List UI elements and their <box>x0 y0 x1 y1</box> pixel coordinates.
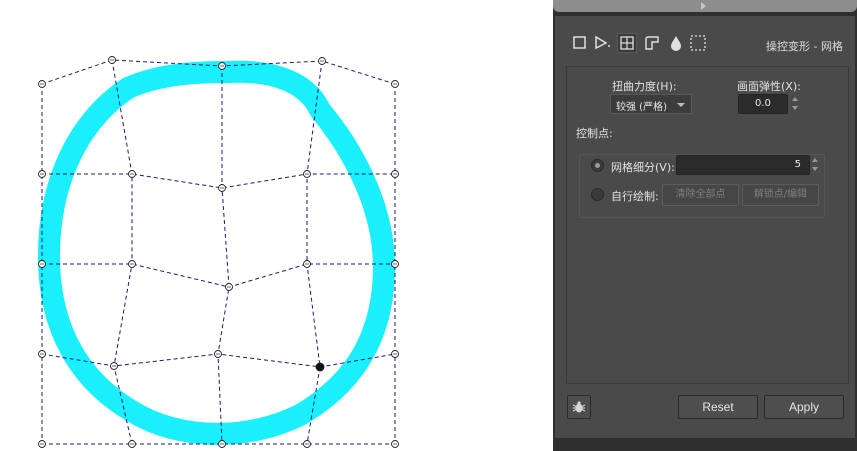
panel-collapse-bar[interactable] <box>553 0 857 12</box>
panel-body: 操控变形 - 网格 扭曲力度(H): 较强 (严格) 画面弹性(X): 0.0 … <box>555 16 855 438</box>
selection-tool-icon[interactable] <box>689 34 707 52</box>
canvas-elasticity-label: 画面弹性(X): <box>737 80 801 93</box>
canvas-elasticity-value: 0.0 <box>755 98 771 109</box>
bug-icon <box>572 401 586 413</box>
transform-panel: 操控变形 - 网格 扭曲力度(H): 较强 (严格) 画面弹性(X): 0.0 … <box>553 0 857 451</box>
reset-button[interactable]: Reset <box>678 395 758 419</box>
panel-title: 操控变形 - 网格 <box>766 40 843 53</box>
control-points-label: 控制点: <box>576 127 613 140</box>
mesh-subdivision-radio[interactable] <box>591 159 604 172</box>
stepper-down-icon[interactable] <box>792 106 798 110</box>
canvas-elasticity-input[interactable]: 0.0 <box>738 94 788 114</box>
mesh-control-point[interactable] <box>128 440 136 448</box>
mesh-row-line <box>42 263 395 288</box>
apply-button[interactable]: Apply <box>764 395 844 419</box>
mesh-control-point[interactable] <box>303 260 311 268</box>
mesh-control-point[interactable] <box>391 260 399 268</box>
mesh-control-point[interactable] <box>218 184 226 192</box>
collapse-arrow-icon <box>701 2 706 10</box>
mesh-control-point[interactable] <box>391 170 399 178</box>
mesh-control-point[interactable] <box>110 362 118 370</box>
stepper-down-icon[interactable] <box>812 167 818 171</box>
mesh-control-point[interactable] <box>391 80 399 88</box>
custom-draw-radio[interactable] <box>591 188 604 201</box>
mesh-subdivision-stepper[interactable] <box>811 156 819 174</box>
mesh-control-point[interactable] <box>391 350 399 358</box>
custom-draw-label: 自行绘制: <box>611 190 659 203</box>
mesh-column-line <box>217 66 230 445</box>
mesh-row-line <box>42 173 395 189</box>
mesh-control-point[interactable] <box>108 56 116 64</box>
canvas-area[interactable] <box>0 0 553 451</box>
mesh-control-point[interactable] <box>303 170 311 178</box>
mesh-control-point[interactable] <box>38 170 46 178</box>
mesh-warp-tool-icon[interactable] <box>617 33 637 53</box>
mesh-control-point[interactable] <box>128 170 136 178</box>
distortion-strength-value: 较强 (严格) <box>616 102 667 113</box>
distortion-strength-label: 扭曲力度(H): <box>612 80 677 93</box>
chevron-down-icon <box>677 103 685 107</box>
clear-all-points-button[interactable]: 清除全部点 <box>662 184 739 206</box>
mesh-control-point[interactable] <box>38 80 46 88</box>
mesh-subdivision-label: 网格细分(V): <box>611 161 675 174</box>
mesh-subdivision-value: 5 <box>794 159 801 170</box>
envelope-tool-icon[interactable] <box>643 34 661 52</box>
mesh-control-point[interactable] <box>38 350 46 358</box>
mesh-control-point[interactable] <box>214 350 222 358</box>
mesh-control-point[interactable] <box>225 283 233 291</box>
stepper-up-icon[interactable] <box>792 97 798 101</box>
mesh-control-point[interactable] <box>391 440 399 448</box>
settings-group <box>566 66 849 384</box>
canvas-elasticity-stepper[interactable] <box>791 95 799 113</box>
liquify-tool-icon[interactable] <box>667 34 685 52</box>
mesh-subdivision-input[interactable]: 5 <box>676 155 810 175</box>
mesh-control-point[interactable] <box>218 62 226 70</box>
mesh-control-point[interactable] <box>128 260 136 268</box>
mesh-control-point[interactable] <box>38 260 46 268</box>
mesh-control-point[interactable] <box>303 440 311 448</box>
unlock-edit-points-button[interactable]: 解锁点/编辑 <box>742 184 819 206</box>
mesh-control-point[interactable] <box>318 57 326 65</box>
rectangle-tool-icon[interactable] <box>571 34 589 52</box>
mesh-control-point[interactable] <box>38 440 46 448</box>
selected-control-point[interactable] <box>315 362 325 372</box>
stepper-up-icon[interactable] <box>812 158 818 162</box>
debug-button[interactable] <box>567 395 591 419</box>
cyan-ring <box>37 60 396 445</box>
mesh-control-point[interactable] <box>218 440 226 448</box>
perspective-tool-icon[interactable] <box>593 34 611 52</box>
warp-canvas[interactable] <box>0 0 553 451</box>
distortion-strength-dropdown[interactable]: 较强 (严格) <box>610 94 692 114</box>
